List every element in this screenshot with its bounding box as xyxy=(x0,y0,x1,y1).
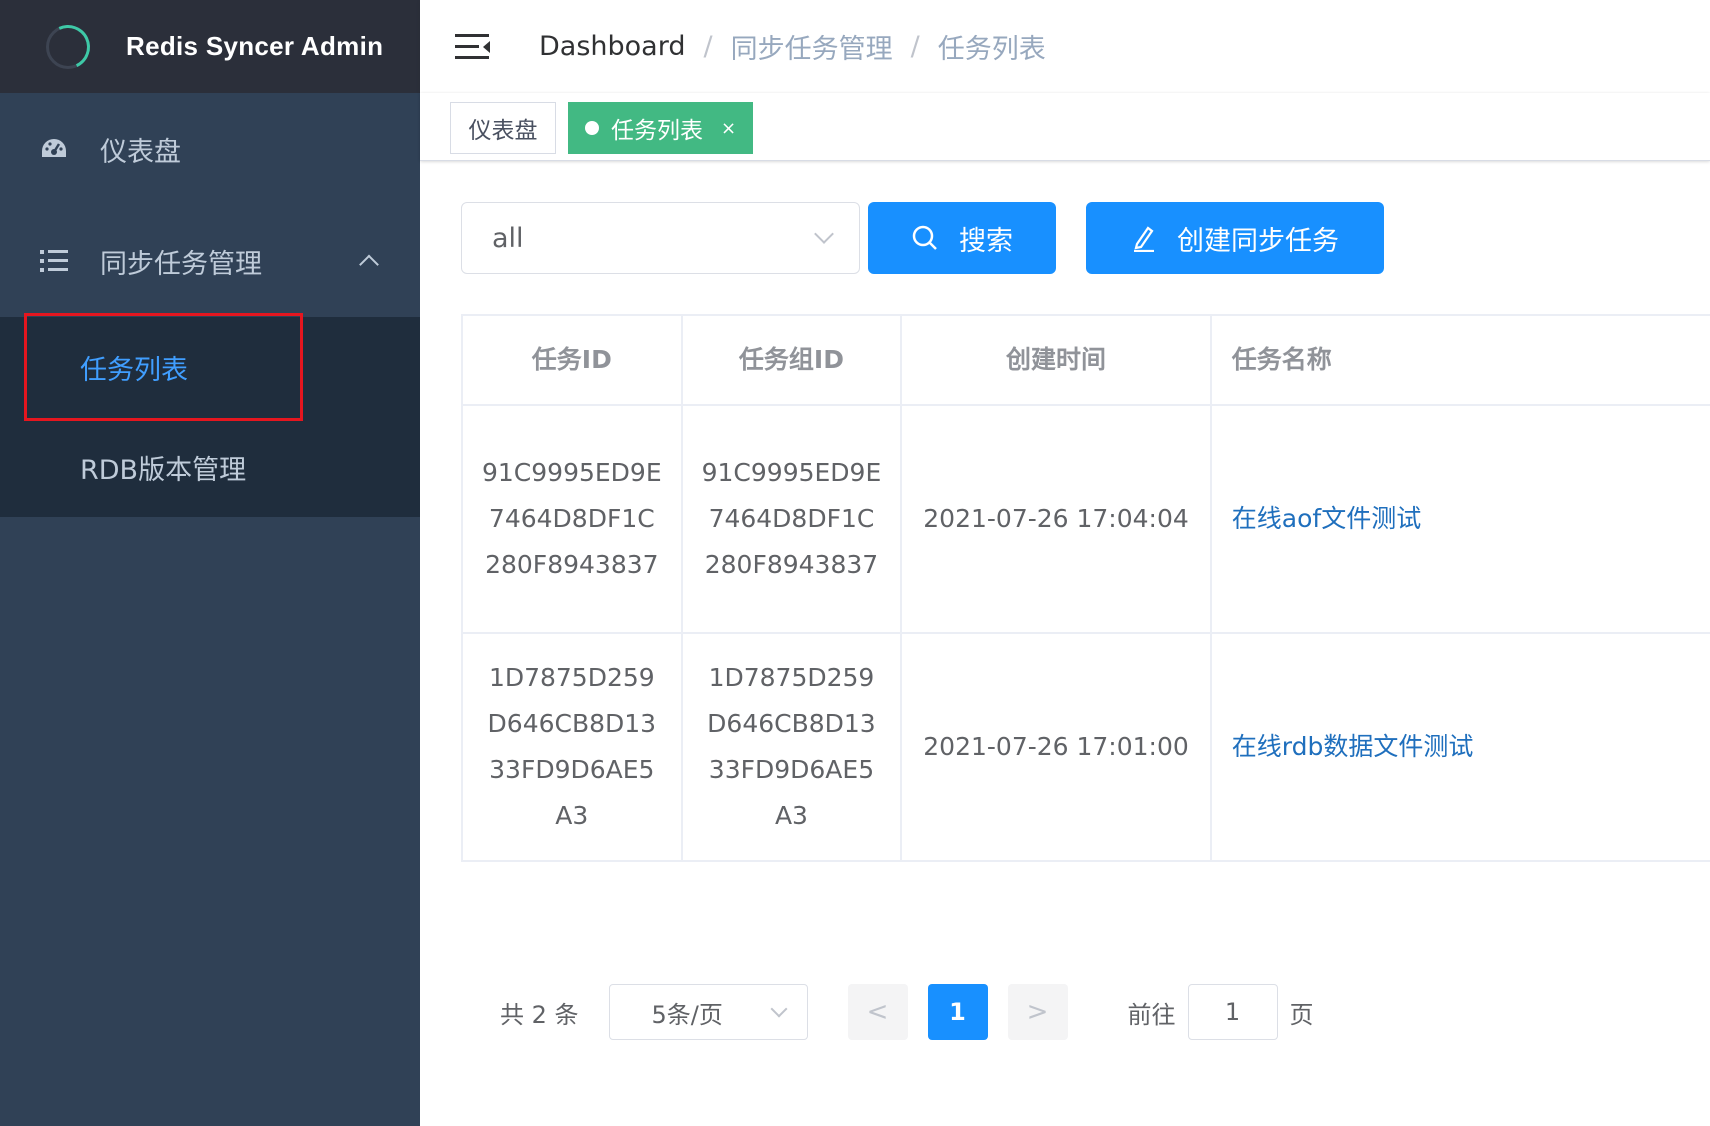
cell-created-time: 2021-07-26 17:01:00 xyxy=(902,634,1212,860)
page-suffix: 页 xyxy=(1289,1000,1314,1029)
tags-view: 仪表盘 任务列表 × xyxy=(420,93,1710,161)
active-dot-icon xyxy=(585,121,599,135)
dashboard-icon xyxy=(40,135,68,163)
column-header-task-id: 任务ID xyxy=(463,316,683,404)
task-id: 1D7875D259D646CB8D1333FD9D6AE5A3 xyxy=(487,663,657,830)
tag-task-list[interactable]: 任务列表 × xyxy=(568,102,754,154)
search-button-label: 搜索 xyxy=(959,225,1013,257)
breadcrumb-separator: / xyxy=(910,31,920,62)
table-row: 1D7875D259D646CB8D1333FD9D6AE5A3 1D7875D… xyxy=(463,634,1710,862)
goto-label: 前往 xyxy=(1127,1000,1176,1029)
tag-label: 任务列表 xyxy=(611,118,703,144)
pagination-total: 共 2 条 xyxy=(500,1000,579,1029)
cell-group-id: 1D7875D259D646CB8D1333FD9D6AE5A3 xyxy=(683,634,903,860)
goto-page-input[interactable]: 1 xyxy=(1187,984,1278,1040)
search-button[interactable]: 搜索 xyxy=(868,202,1056,274)
sidebar-item-rdb-version[interactable]: RDB版本管理 xyxy=(0,417,420,517)
task-id: 91C9995ED9E7464D8DF1C280F8943837 xyxy=(481,458,662,579)
cell-group-id: 91C9995ED9E7464D8DF1C280F8943837 xyxy=(683,406,903,632)
breadcrumb-task-list: 任务列表 xyxy=(937,34,1046,65)
breadcrumb-sync-task-management: 同步任务管理 xyxy=(730,34,893,65)
sidebar-subitem-label: RDB版本管理 xyxy=(80,454,247,486)
column-header-created-time: 创建时间 xyxy=(902,316,1212,404)
sidebar-item-dashboard[interactable]: 仪表盘 xyxy=(0,93,420,205)
table-row: 91C9995ED9E7464D8DF1C280F8943837 91C9995… xyxy=(463,406,1710,634)
create-button-label: 创建同步任务 xyxy=(1177,225,1339,257)
hamburger-icon[interactable] xyxy=(455,32,490,62)
sidebar-item-label: 同步任务管理 xyxy=(100,248,262,280)
task-name-link[interactable]: 在线rdb数据文件测试 xyxy=(1212,634,1710,860)
brand[interactable]: Redis Syncer Admin xyxy=(0,0,420,93)
pagination: 共 2 条 5条/页 < 1 > 前往 1 页 xyxy=(500,984,1314,1040)
task-table: 任务ID 任务组ID 创建时间 任务名称 91C9995ED9E7464D8DF… xyxy=(461,314,1710,862)
chevron-down-icon xyxy=(814,224,834,244)
chevron-up-icon[interactable] xyxy=(359,254,379,275)
breadcrumb-dashboard[interactable]: Dashboard xyxy=(539,31,685,62)
column-header-group-id: 任务组ID xyxy=(683,316,903,404)
group-id: 91C9995ED9E7464D8DF1C280F8943837 xyxy=(701,458,882,579)
chevron-down-icon xyxy=(770,1000,788,1018)
navbar: Dashboard / 同步任务管理 / 任务列表 xyxy=(420,0,1710,93)
prev-page-button[interactable]: < xyxy=(847,984,908,1040)
edit-icon xyxy=(1131,224,1157,252)
breadcrumb: Dashboard / 同步任务管理 / 任务列表 xyxy=(539,27,1046,66)
select-value: all xyxy=(492,222,524,254)
column-header-task-name: 任务名称 xyxy=(1231,345,1332,374)
close-icon[interactable]: × xyxy=(721,118,736,139)
tag-label: 仪表盘 xyxy=(468,118,538,144)
list-icon xyxy=(40,247,68,275)
sidebar-item-sync-task-management[interactable]: 同步任务管理 xyxy=(0,205,420,317)
cell-task-id: 1D7875D259D646CB8D1333FD9D6AE5A3 xyxy=(463,634,683,860)
group-id: 1D7875D259D646CB8D1333FD9D6AE5A3 xyxy=(707,663,876,830)
page-size-select[interactable]: 5条/页 xyxy=(608,984,808,1040)
page-size-value: 5条/页 xyxy=(651,1000,723,1029)
sidebar: Redis Syncer Admin 仪表盘 同步任务管理 任务列表 RDB版本… xyxy=(0,0,420,1126)
create-sync-task-button[interactable]: 创建同步任务 xyxy=(1086,202,1384,274)
task-name-link[interactable]: 在线aof文件测试 xyxy=(1212,406,1710,632)
highlight-box xyxy=(24,313,303,421)
next-page-button[interactable]: > xyxy=(1007,984,1068,1040)
logo-icon xyxy=(46,24,90,69)
table-header-row: 任务ID 任务组ID 创建时间 任务名称 xyxy=(463,316,1710,406)
search-icon xyxy=(911,224,939,252)
group-select[interactable]: all xyxy=(461,202,860,274)
page-number-1[interactable]: 1 xyxy=(927,984,988,1040)
cell-created-time: 2021-07-26 17:04:04 xyxy=(902,406,1212,632)
breadcrumb-separator: / xyxy=(703,31,713,62)
cell-task-id: 91C9995ED9E7464D8DF1C280F8943837 xyxy=(463,406,683,632)
brand-title: Redis Syncer Admin xyxy=(126,31,384,61)
tag-dashboard[interactable]: 仪表盘 xyxy=(450,102,556,154)
sidebar-item-label: 仪表盘 xyxy=(100,136,181,168)
